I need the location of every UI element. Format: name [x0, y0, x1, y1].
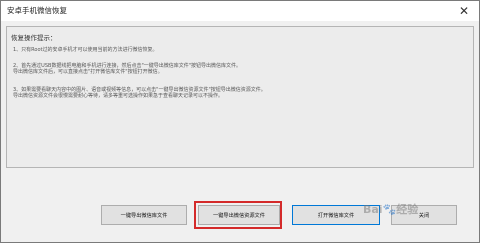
instruction-line-1: 1、只有Root过的安卓手机才可以使用当前的方法进行微信恢复。: [13, 47, 158, 53]
instruction-line-2: 2、首先通过USB数据线把电脑和手机进行连接，然后点击"一键导出微信库文件"按钮…: [13, 63, 242, 76]
instructions-panel: 恢复操作提示： 1、只有Root过的安卓手机才可以使用当前的方法进行微信恢复。 …: [6, 26, 474, 168]
export-db-button[interactable]: 一键导出微信库文件: [101, 205, 187, 225]
app-window: 安卓手机微信恢复 ✕ 恢复操作提示： 1、只有Root过的安卓手机才可以使用当前…: [0, 0, 480, 243]
window-title: 安卓手机微信恢复: [7, 6, 67, 15]
highlight-box: [194, 201, 282, 229]
panel-heading: 恢复操作提示：: [11, 34, 57, 42]
title-bar: 安卓手机微信恢复 ✕: [1, 1, 479, 21]
instruction-line-3: 3、如果需要看聊天内容中的图片、语音或视频等信息，可以点击"一键导出微信资源文件…: [13, 87, 266, 100]
close-icon[interactable]: ✕: [455, 3, 473, 19]
watermark: Bai🐾经验: [363, 203, 419, 216]
